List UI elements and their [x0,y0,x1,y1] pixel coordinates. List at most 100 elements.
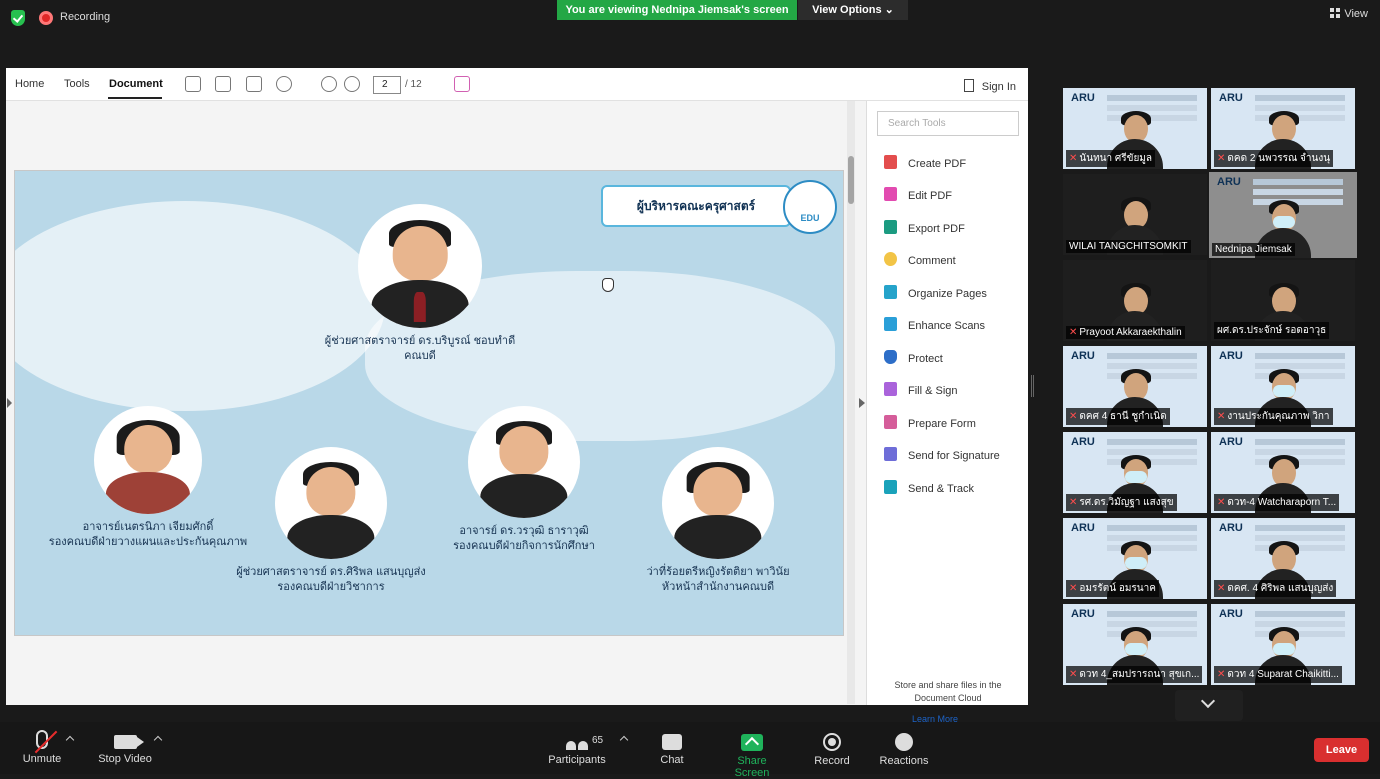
shared-screen: Home Tools Document 2 / 12 Sign In ผู้บร… [6,68,1028,724]
tool-comment[interactable]: Comment [884,252,956,272]
muted-mic-icon: ✕ [1217,411,1226,422]
muted-mic-icon: ✕ [1217,583,1226,594]
page-number-input[interactable]: 2 [373,76,401,94]
participants-label: Participants [548,754,606,766]
left-collapse-arrow-icon[interactable] [7,398,12,408]
stop-video-label: Stop Video [98,753,152,765]
audio-options-chevron-icon[interactable] [65,735,75,745]
tool-enhance-scans[interactable]: Enhance Scans [884,317,985,337]
participant-tile[interactable]: ผศ.ดร.ประจักษ์ รอดอาวุธ [1211,260,1355,341]
muted-microphone-icon [36,730,48,749]
prepare-form-icon [884,415,897,429]
person-name: อาจารย์ ดร.วรวุฒิ ธาราวุฒิ [459,525,589,537]
tool-fill-sign[interactable]: Fill & Sign [884,382,958,402]
participant-name-label: ✕ ดคด 2 นพวรรณ จำนงนุ [1214,150,1334,167]
tool-prepare-form[interactable]: Prepare Form [884,415,976,435]
reaction-smile-icon [895,733,913,751]
send-for-signature-icon [884,447,897,461]
participant-tile[interactable]: ✕ดคศ 4 ธานี ชูกำเนิด [1063,346,1207,427]
gallery-down-button[interactable] [1175,690,1243,721]
participant-tile[interactable]: ✕ดคศ. 4 ศิริพล แสนบุญส่ง [1211,518,1355,599]
person-photo [275,447,387,559]
tool-protect[interactable]: Protect [884,350,943,370]
menu-document[interactable]: Document [109,78,163,90]
resize-handle[interactable] [1031,375,1034,397]
participant-tile[interactable]: ✕ดคด 2 นพวรรณ จำนงนุ [1211,88,1355,169]
tool-label: Enhance Scans [908,320,986,332]
record-button[interactable]: Record [814,730,850,767]
participant-tile[interactable]: ✕ดวท 4_สมปรารถนา สุขเก... [1063,604,1207,685]
tool-send-for-signature[interactable]: Send for Signature [884,447,1000,467]
chat-icon [662,734,682,750]
previous-page-icon[interactable] [321,76,337,92]
video-options-chevron-icon[interactable] [153,735,163,745]
muted-mic-icon: ✕ [1069,411,1078,422]
recording-icon [39,11,53,25]
document-icon [963,79,974,92]
participant-tile[interactable]: ✕นันทนา ศรีขัยมูล [1063,88,1207,169]
page-layout-icon[interactable] [454,76,470,92]
email-icon[interactable] [246,76,262,92]
participant-video-grid: ✕นันทนา ศรีขัยมูล ✕ดคด 2 นพวรรณ จำนงนุ W… [1063,88,1359,686]
participant-name-label: ผศ.ดร.ประจักษ์ รอดอาวุธ [1214,322,1330,339]
tool-edit-pdf[interactable]: Edit PDF [884,187,952,207]
leave-button[interactable]: Leave [1314,738,1369,762]
participant-tile[interactable]: ✕งานประกันคุณภาพ วิกา [1211,346,1355,427]
comment-icon [884,252,897,266]
participant-name-label: Nednipa Jiemsak [1212,243,1295,256]
recording-label: Recording [60,11,111,23]
share-screen-label: Share Screen [734,755,770,779]
participant-count: 65 [592,735,604,746]
scrollbar-thumb[interactable] [848,156,854,204]
unmute-button[interactable]: Unmute [22,730,62,765]
document-cloud-text: Store and share files in the Document Cl… [894,680,1002,703]
tools-panel: Search Tools Create PDF Edit PDF Export … [866,101,1028,724]
participant-tile[interactable]: WILAI TANGCHITSOMKIT [1063,174,1207,255]
participant-tile[interactable]: ✕ Prayoot Akkaraekthalin [1063,260,1207,341]
search-icon[interactable] [276,76,292,92]
sign-in-button[interactable]: Sign In [963,79,1016,93]
muted-mic-icon: ✕ [1217,153,1226,164]
share-screen-button[interactable]: Share Screen [719,730,785,779]
send-track-icon [884,480,897,494]
participant-name-label: ✕ อมรรัตน์ อมรนาค [1066,580,1159,597]
stop-video-button[interactable]: Stop Video [97,730,153,765]
participant-tile[interactable]: ✕รศ.ดร.วิมัญฐา แสงสุข [1063,432,1207,513]
chat-button[interactable]: Chat [660,730,684,766]
participant-tile[interactable]: ✕อมรรัตน์ อมรนาค [1063,518,1207,599]
participant-tile[interactable]: ✕ดวท 4 Suparat Chaikitti... [1211,604,1355,685]
reactions-button[interactable]: Reactions [879,730,929,767]
right-collapse-arrow-icon[interactable] [859,398,865,408]
tool-send-track[interactable]: Send & Track [884,480,974,500]
save-icon[interactable] [185,76,201,92]
view-options-label: View Options [812,4,882,16]
fill-sign-icon [884,382,897,396]
menu-home[interactable]: Home [15,78,44,90]
tool-create-pdf[interactable]: Create PDF [884,155,966,175]
tool-export-pdf[interactable]: Export PDF [884,220,965,240]
person-card: อาจารย์เนตรนิภา เจียมศักดิ์ รองคณบดีฝ่าย… [40,406,256,550]
pdf-scrollbar[interactable] [847,101,855,704]
view-button[interactable]: View [1330,8,1368,20]
menu-tools[interactable]: Tools [64,78,90,90]
participant-tile-active-speaker[interactable]: Nednipa Jiemsak [1209,172,1357,258]
participant-name-label: ✕ ดคศ 4 ธานี ชูกำเนิด [1066,408,1170,425]
person-card: ผู้ช่วยศาสตราจารย์ ดร.ศิริพล แสนบุญส่ง ร… [226,447,436,595]
chat-label: Chat [660,754,684,766]
search-tools-input[interactable]: Search Tools [877,111,1019,136]
tool-organize-pages[interactable]: Organize Pages [884,285,987,305]
next-page-icon[interactable] [344,76,360,92]
person-name: ผู้ช่วยศาสตราจารย์ ดร.ศิริพล แสนบุญส่ง [236,566,426,578]
participant-name-label: ✕ ดคศ. 4 ศิริพล แสนบุญส่ง [1214,580,1337,597]
participant-name-label: ✕ ดวท 4_สมปรารถนา สุขเก... [1066,666,1203,683]
muted-mic-icon: ✕ [1217,669,1226,680]
person-card: อาจารย์ ดร.วรวุฒิ ธาราวุฒิ รองคณบดีฝ่ายก… [419,406,629,554]
tool-label: Send for Signature [908,450,1000,462]
print-icon[interactable] [215,76,231,92]
security-shield-icon[interactable] [11,10,25,26]
view-options-button[interactable]: View Options ⌄ [798,0,908,20]
organize-pages-icon [884,285,897,299]
slide-title: ผู้บริหารคณะครุศาสตร์ [601,185,791,227]
participant-tile[interactable]: ✕ดวท-4 Watcharaporn T... [1211,432,1355,513]
participants-options-chevron-icon[interactable] [619,735,629,745]
